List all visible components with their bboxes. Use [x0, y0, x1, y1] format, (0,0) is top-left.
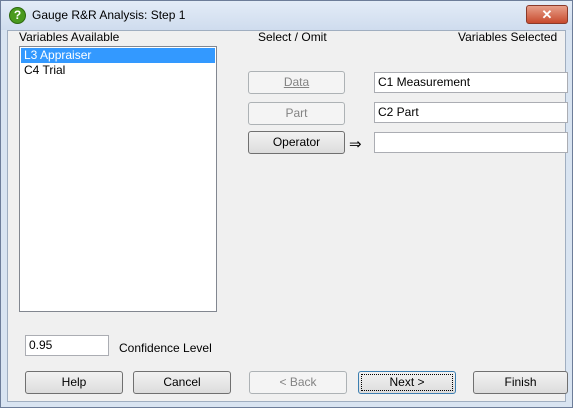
next-button-label: Next > — [389, 375, 425, 389]
variables-available-list[interactable]: L3 Appraiser C4 Trial — [19, 46, 217, 312]
list-item[interactable]: C4 Trial — [21, 63, 215, 78]
variables-available-label: Variables Available — [19, 30, 120, 44]
help-question-icon: ? — [9, 7, 26, 24]
next-button[interactable]: Next > — [358, 371, 456, 394]
measurement-field[interactable]: C1 Measurement — [374, 72, 568, 93]
confidence-level-label: Confidence Level — [119, 341, 212, 355]
operator-button-label: Operator — [272, 135, 321, 149]
arrow-right-icon: ⇒ — [349, 136, 362, 153]
part-button-label: Part — [285, 106, 308, 120]
title-bar: ? Gauge R&R Analysis: Step 1 ✕ — [1, 1, 572, 30]
list-item[interactable]: L3 Appraiser — [21, 48, 215, 63]
window-title: Gauge R&R Analysis: Step 1 — [32, 8, 186, 22]
operator-button[interactable]: Operator — [248, 131, 345, 154]
select-omit-label: Select / Omit — [258, 30, 327, 44]
part-field[interactable]: C2 Part — [374, 102, 568, 123]
back-button[interactable]: < Back — [249, 371, 347, 394]
data-button-label: Data — [283, 75, 310, 89]
back-button-label: < Back — [279, 375, 317, 389]
finish-button-label: Finish — [504, 375, 537, 389]
cancel-button[interactable]: Cancel — [133, 371, 231, 394]
operator-field[interactable] — [374, 132, 568, 153]
data-button[interactable]: Data — [248, 71, 345, 94]
close-button[interactable]: ✕ — [526, 5, 568, 24]
variables-selected-label: Variables Selected — [458, 30, 558, 44]
part-button[interactable]: Part — [248, 102, 345, 125]
finish-button[interactable]: Finish — [473, 371, 568, 394]
confidence-level-input[interactable]: 0.95 — [25, 335, 109, 356]
help-button-label: Help — [61, 375, 87, 389]
cancel-button-label: Cancel — [163, 375, 201, 389]
help-button[interactable]: Help — [25, 371, 123, 394]
